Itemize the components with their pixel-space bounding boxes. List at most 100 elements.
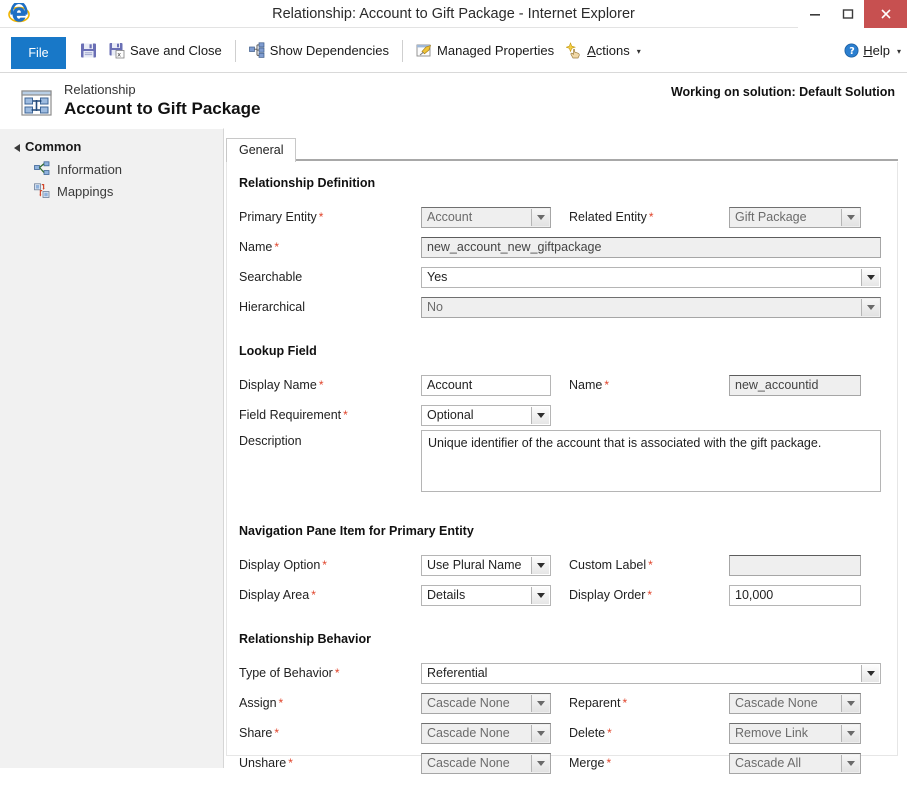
page-header: Relationship Account to Gift Package Wor… xyxy=(0,73,907,128)
page-body: Common Information Mappings General Rela… xyxy=(0,128,907,774)
required-marker: * xyxy=(311,588,316,602)
navigation-sidebar: Common Information Mappings xyxy=(0,128,224,768)
display-area-select[interactable]: Details xyxy=(421,584,551,606)
general-tab-panel: Relationship Definition Primary Entity * … xyxy=(226,162,898,774)
reparent-select[interactable]: Cascade None xyxy=(729,692,861,714)
save-button[interactable] xyxy=(74,37,103,65)
svg-text:x: x xyxy=(117,51,121,59)
row-field-requirement: Field Requirement * Optional xyxy=(239,400,881,430)
chevron-down-icon[interactable] xyxy=(531,208,549,226)
custom-label-input[interactable] xyxy=(729,554,861,576)
dependencies-icon xyxy=(248,42,266,59)
merge-value: Cascade All xyxy=(735,756,802,770)
chevron-down-icon[interactable] xyxy=(861,298,879,316)
required-marker: * xyxy=(343,408,348,422)
solution-context-label: Working on solution: Default Solution xyxy=(670,85,895,99)
display-order-value: 10,000 xyxy=(735,588,774,602)
chevron-down-icon[interactable] xyxy=(841,724,859,742)
label-display-option: Display Option * xyxy=(239,558,327,572)
display-option-select[interactable]: Use Plural Name xyxy=(421,554,551,576)
label-searchable: Searchable xyxy=(239,270,303,284)
description-textarea[interactable]: Unique identifier of the account that is… xyxy=(421,430,881,492)
label-hierarchical: Hierarchical xyxy=(239,300,305,314)
help-button[interactable]: ? Help ▾ xyxy=(838,37,907,65)
display-order-input[interactable]: 10,000 xyxy=(729,584,861,606)
chevron-down-icon: ▾ xyxy=(636,47,641,56)
managed-properties-button[interactable]: Managed Properties xyxy=(410,37,560,65)
window-title-bar: Relationship: Account to Gift Package - … xyxy=(0,0,907,28)
sidebar-item-mappings[interactable]: Mappings xyxy=(0,180,223,202)
required-marker: * xyxy=(647,588,653,602)
required-marker: * xyxy=(648,558,653,572)
assign-select[interactable]: Cascade None xyxy=(421,692,551,714)
section-relationship-definition-title: Relationship Definition xyxy=(239,176,376,190)
sidebar-item-information[interactable]: Information xyxy=(0,158,223,180)
chevron-down-icon-help: ▾ xyxy=(896,47,901,56)
searchable-select[interactable]: Yes xyxy=(421,266,881,288)
row-searchable: Searchable Yes xyxy=(239,262,881,292)
chevron-down-icon[interactable] xyxy=(841,754,859,772)
label-field-requirement: Field Requirement * xyxy=(239,408,348,422)
label-lookup-name: Name * xyxy=(569,378,610,392)
display-area-value: Details xyxy=(427,588,466,602)
close-button[interactable] xyxy=(864,0,907,28)
save-icon xyxy=(80,42,97,59)
toolbar-separator xyxy=(234,39,236,62)
required-marker: * xyxy=(607,726,612,740)
expand-collapse-triangle-icon[interactable] xyxy=(14,143,20,152)
chevron-down-icon[interactable] xyxy=(531,406,549,424)
field-requirement-value: Optional xyxy=(427,408,474,422)
window-title: Relationship: Account to Gift Package - … xyxy=(272,5,635,22)
required-marker: * xyxy=(648,210,654,224)
chevron-down-icon[interactable] xyxy=(531,586,549,604)
display-name-input[interactable]: Account xyxy=(421,374,551,396)
chevron-down-icon[interactable] xyxy=(531,556,549,574)
type-of-behavior-select[interactable]: Referential xyxy=(421,662,881,684)
command-bar: File x Save and Close Show Dependencies … xyxy=(0,28,907,73)
toolbar-separator-2 xyxy=(402,39,404,62)
label-assign: Assign * xyxy=(239,696,284,710)
save-and-close-button[interactable]: x Save and Close xyxy=(103,37,228,65)
relationship-icon xyxy=(20,87,54,121)
required-marker: * xyxy=(278,696,284,710)
tab-general[interactable]: General xyxy=(226,138,297,162)
chevron-down-icon[interactable] xyxy=(861,664,879,682)
actions-button[interactable]: Actions ▾ xyxy=(560,37,647,65)
file-button[interactable]: File xyxy=(11,37,66,69)
required-marker: * xyxy=(288,756,293,770)
label-description: Description xyxy=(239,434,302,448)
merge-select[interactable]: Cascade All xyxy=(729,752,861,774)
minimize-button[interactable] xyxy=(798,0,831,28)
lookup-name-value: new_accountid xyxy=(735,378,819,392)
delete-select[interactable]: Remove Link xyxy=(729,722,861,744)
hierarchical-select[interactable]: No xyxy=(421,296,881,318)
relationship-name-value: new_account_new_giftpackage xyxy=(427,240,602,254)
required-marker: * xyxy=(322,558,327,572)
lookup-name-input[interactable]: new_accountid xyxy=(729,374,861,396)
unshare-select[interactable]: Cascade None xyxy=(421,752,551,774)
chevron-down-icon[interactable] xyxy=(841,208,859,226)
maximize-button[interactable] xyxy=(831,0,864,28)
sidebar-group-common[interactable]: Common xyxy=(0,137,223,158)
chevron-down-icon[interactable] xyxy=(531,694,549,712)
primary-entity-select[interactable]: Account xyxy=(421,206,551,228)
hierarchical-value: No xyxy=(427,300,443,314)
chevron-down-icon[interactable] xyxy=(531,724,549,742)
required-marker: * xyxy=(604,378,610,392)
share-select[interactable]: Cascade None xyxy=(421,722,551,744)
label-display-order: Display Order * xyxy=(569,588,653,602)
field-requirement-select[interactable]: Optional xyxy=(421,404,551,426)
unshare-value: Cascade None xyxy=(427,756,510,770)
relationship-name-input[interactable]: new_account_new_giftpackage xyxy=(421,236,881,258)
chevron-down-icon[interactable] xyxy=(861,268,879,286)
label-custom-label: Custom Label * xyxy=(569,558,653,572)
chevron-down-icon[interactable] xyxy=(841,694,859,712)
assign-value: Cascade None xyxy=(427,696,510,710)
command-bar-items: x Save and Close Show Dependencies Manag… xyxy=(66,28,907,73)
row-display-area: Display Area * Details Display Order * 10,… xyxy=(239,580,881,610)
save-and-close-label: Save and Close xyxy=(130,43,222,58)
type-of-behavior-value: Referential xyxy=(427,666,488,680)
related-entity-select[interactable]: Gift Package xyxy=(729,206,861,228)
show-dependencies-button[interactable]: Show Dependencies xyxy=(243,37,395,65)
chevron-down-icon[interactable] xyxy=(531,754,549,772)
